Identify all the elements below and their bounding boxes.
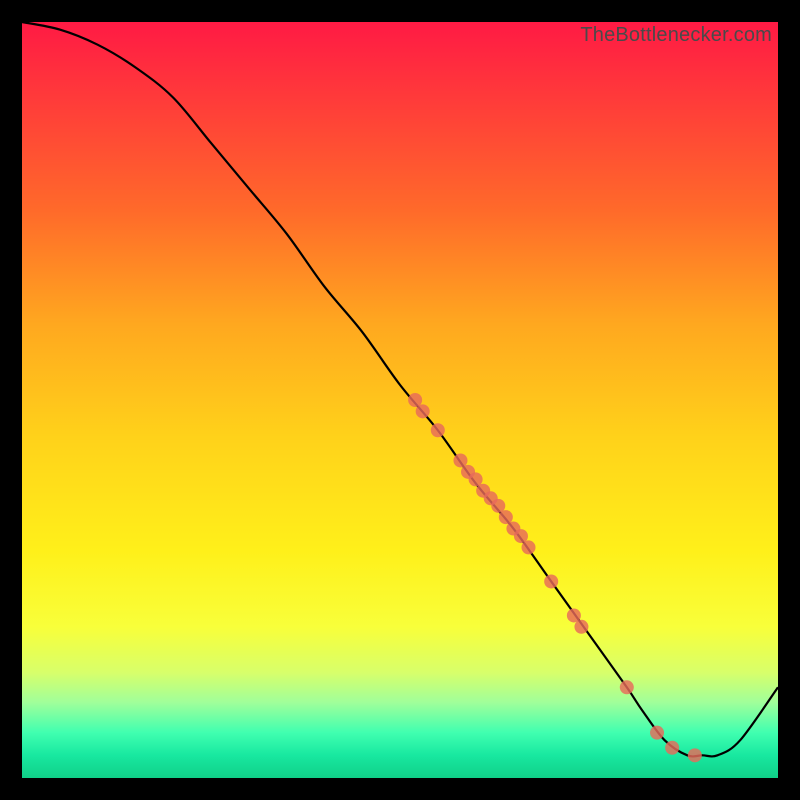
- data-dot: [416, 404, 430, 418]
- chart-svg: [22, 22, 778, 778]
- bottleneck-curve: [22, 22, 778, 756]
- data-dot: [544, 574, 558, 588]
- data-dot: [431, 423, 445, 437]
- data-dot: [522, 540, 536, 554]
- data-dot: [650, 726, 664, 740]
- plot-area: TheBottlenecker.com: [22, 22, 778, 778]
- data-dot: [620, 680, 634, 694]
- data-dot: [688, 748, 702, 762]
- data-dot: [665, 741, 679, 755]
- data-dot: [574, 620, 588, 634]
